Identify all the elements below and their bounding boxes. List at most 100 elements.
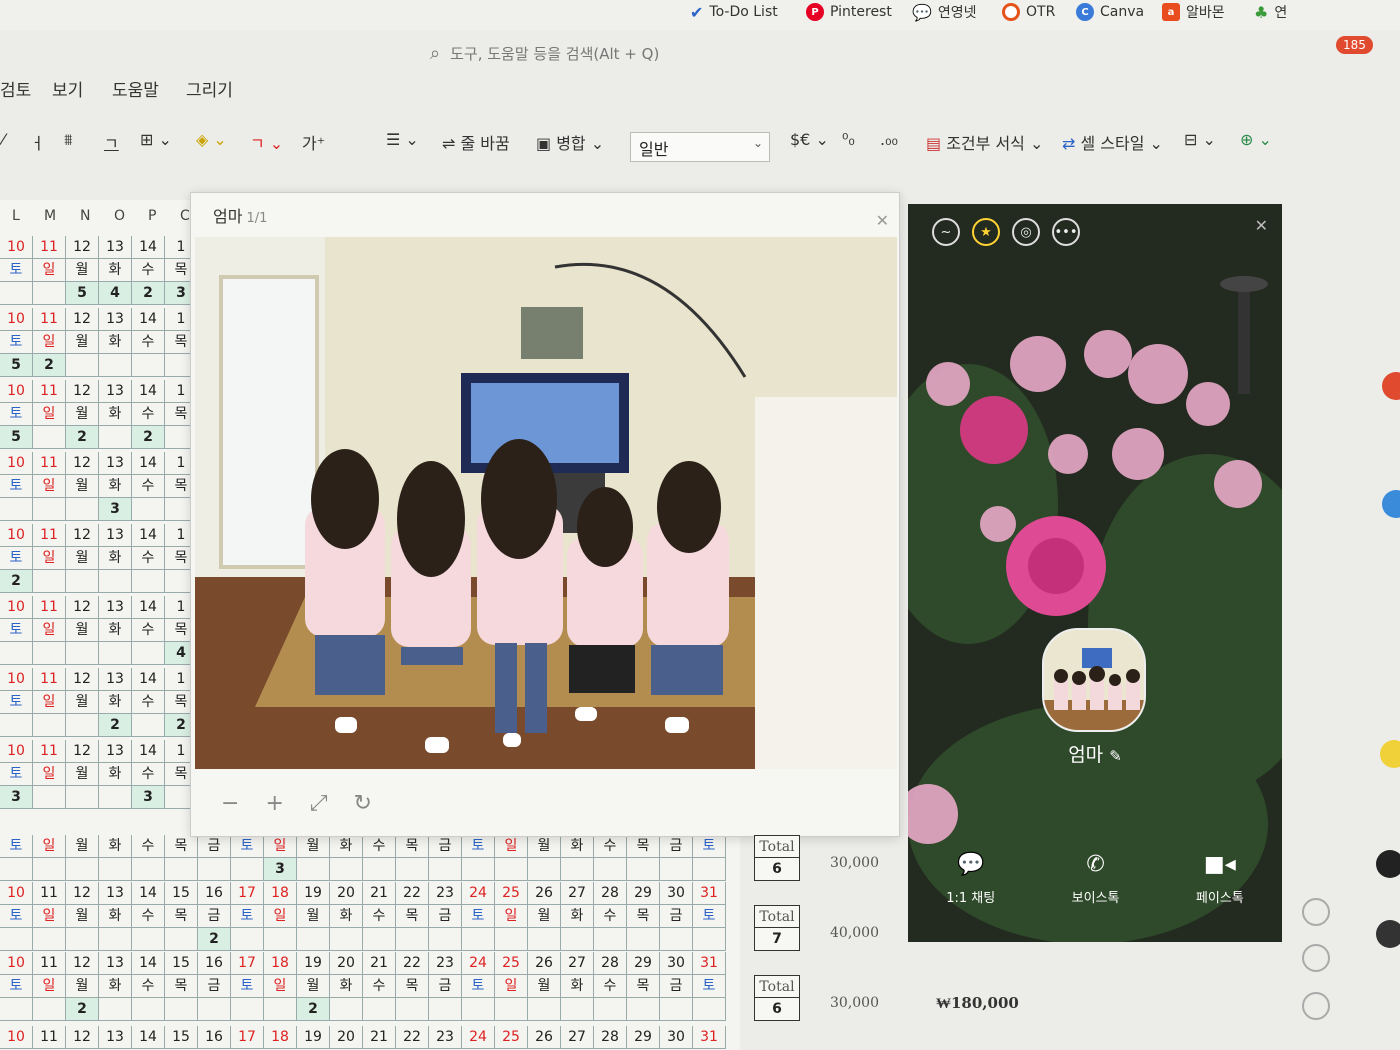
number-format-select[interactable]: 일반 ⌄ <box>630 132 770 162</box>
grid-cell[interactable]: 13 <box>99 380 132 403</box>
menu-draw[interactable]: 그리기 <box>186 76 233 101</box>
grid-cell[interactable]: 13 <box>99 952 132 975</box>
grid-cell[interactable]: 토 <box>0 547 33 570</box>
grid-cell[interactable]: 10 <box>0 380 33 403</box>
grid-cell[interactable] <box>132 354 165 377</box>
grid-cell[interactable]: 27 <box>561 882 594 905</box>
grid-cell[interactable]: 21 <box>363 882 396 905</box>
grid-cell[interactable]: 수 <box>132 619 165 642</box>
grid-cell[interactable] <box>462 858 495 881</box>
grid-cell[interactable]: 12 <box>66 1026 99 1049</box>
grid-cell[interactable]: 금 <box>660 835 693 858</box>
grid-cell[interactable]: 17 <box>231 882 264 905</box>
bookmark-leaf[interactable]: ♣ 연 <box>1254 0 1287 24</box>
grid-cell[interactable]: 12 <box>66 952 99 975</box>
grid-cell[interactable]: 10 <box>0 596 33 619</box>
grid-cell[interactable] <box>33 786 66 809</box>
grid-cell[interactable]: 화 <box>330 905 363 928</box>
grid-cell[interactable]: 29 <box>627 1026 660 1049</box>
grid-cell[interactable] <box>495 998 528 1021</box>
download-icon[interactable] <box>1302 898 1330 926</box>
app-icon-dark[interactable] <box>1376 850 1400 878</box>
grid-cell[interactable]: 일 <box>33 975 66 998</box>
grid-cell[interactable]: 10 <box>0 882 33 905</box>
grid-cell[interactable]: 3 <box>0 786 33 809</box>
grid-cell[interactable] <box>99 998 132 1021</box>
grid-cell[interactable]: 31 <box>693 882 726 905</box>
grid-cell[interactable]: 일 <box>264 905 297 928</box>
grid-cell[interactable] <box>330 928 363 951</box>
grid-cell[interactable]: 토 <box>462 835 495 858</box>
grid-cell[interactable] <box>132 998 165 1021</box>
chart-icon[interactable]: ~ <box>932 218 960 246</box>
grid-cell[interactable] <box>693 858 726 881</box>
grid-cell[interactable] <box>66 498 99 521</box>
grid-cell[interactable] <box>627 928 660 951</box>
grid-cell[interactable]: 24 <box>462 882 495 905</box>
grid-cell[interactable]: 2 <box>132 282 165 305</box>
grid-cell[interactable]: 일 <box>33 905 66 928</box>
grid-cell[interactable] <box>33 282 66 305</box>
grid-cell[interactable] <box>0 928 33 951</box>
grid-cell[interactable]: 월 <box>66 975 99 998</box>
grid-cell[interactable]: 12 <box>66 882 99 905</box>
grid-cell[interactable]: 화 <box>99 547 132 570</box>
grid-cell[interactable] <box>231 928 264 951</box>
grid-cell[interactable]: 5 <box>0 354 33 377</box>
grid-cell[interactable]: 화 <box>561 975 594 998</box>
grid-cell[interactable]: 14 <box>132 668 165 691</box>
grid-cell[interactable] <box>165 858 198 881</box>
grid-cell[interactable] <box>561 998 594 1021</box>
grid-cell[interactable]: 토 <box>0 835 33 858</box>
grid-cell[interactable] <box>33 426 66 449</box>
grid-cell[interactable]: 11 <box>33 882 66 905</box>
grid-cell[interactable]: 금 <box>429 835 462 858</box>
grid-cell[interactable]: 14 <box>132 740 165 763</box>
grid-cell[interactable] <box>627 858 660 881</box>
grid-cell[interactable]: 29 <box>627 882 660 905</box>
grid-cell[interactable]: 목 <box>165 905 198 928</box>
grid-cell[interactable]: 월 <box>297 975 330 998</box>
grid-cell[interactable]: 14 <box>132 882 165 905</box>
grid-cell[interactable]: 수 <box>132 975 165 998</box>
italic-icon[interactable]: ⁄ <box>2 130 5 149</box>
grid-cell[interactable]: 27 <box>561 952 594 975</box>
grid-cell[interactable]: 수 <box>132 547 165 570</box>
grid-cell[interactable]: 17 <box>231 1026 264 1049</box>
grid-cell[interactable]: 2 <box>297 998 330 1021</box>
grid-cell[interactable]: 월 <box>297 835 330 858</box>
grid-cell[interactable] <box>33 714 66 737</box>
grid-cell[interactable]: 월 <box>66 763 99 786</box>
grid-cell[interactable] <box>99 928 132 951</box>
grid-cell[interactable]: 월 <box>66 403 99 426</box>
grid-cell[interactable]: 20 <box>330 952 363 975</box>
grid-cell[interactable] <box>429 928 462 951</box>
grid-cell[interactable]: 18 <box>264 1026 297 1049</box>
grid-cell[interactable] <box>99 354 132 377</box>
grid-cell[interactable]: 10 <box>0 308 33 331</box>
grid-cell[interactable] <box>99 642 132 665</box>
grid-cell[interactable]: 화 <box>99 475 132 498</box>
grid-cell[interactable]: 17 <box>231 952 264 975</box>
grid-cell[interactable]: 월 <box>66 691 99 714</box>
grid-cell[interactable]: 3 <box>264 858 297 881</box>
grid-cell[interactable] <box>495 928 528 951</box>
grid-cell[interactable] <box>66 714 99 737</box>
grid-cell[interactable]: 수 <box>132 331 165 354</box>
grid-cell[interactable] <box>66 928 99 951</box>
grid-cell[interactable]: 금 <box>429 975 462 998</box>
grid-cell[interactable]: 일 <box>33 835 66 858</box>
grid-cell[interactable]: 16 <box>198 952 231 975</box>
grid-cell[interactable] <box>0 998 33 1021</box>
grid-cell[interactable] <box>132 498 165 521</box>
grid-cell[interactable]: 토 <box>0 475 33 498</box>
grid-cell[interactable]: 2 <box>0 570 33 593</box>
grid-cell[interactable]: 토 <box>231 975 264 998</box>
grid-cell[interactable]: 일 <box>33 691 66 714</box>
rotate-icon[interactable]: ↻ <box>353 791 371 816</box>
grid-cell[interactable]: 31 <box>693 952 726 975</box>
grid-cell[interactable] <box>132 858 165 881</box>
grid-cell[interactable] <box>33 928 66 951</box>
grid-cell[interactable]: 2 <box>132 426 165 449</box>
grid-cell[interactable] <box>99 786 132 809</box>
